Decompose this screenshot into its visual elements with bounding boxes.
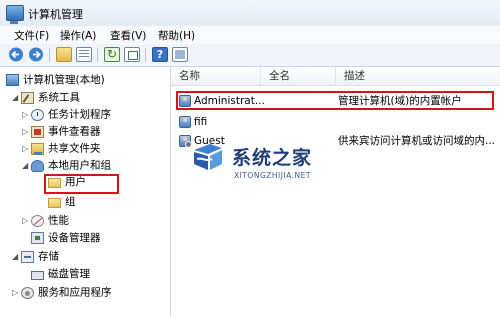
tree-item-task-scheduler[interactable]: ▷ 任务计划程序 <box>22 106 111 123</box>
list-row-fifi[interactable]: fifi <box>171 112 500 132</box>
computer-icon <box>6 74 19 86</box>
tree-item-performance[interactable]: ▷ 性能 <box>22 212 69 229</box>
toolbar-separator <box>145 48 146 62</box>
menu-action[interactable]: 操作(A) <box>60 28 96 43</box>
back-arrow-icon[interactable] <box>8 47 24 62</box>
tree-item-services-apps[interactable]: ▷ 服务和应用程序 <box>12 284 112 301</box>
tools-icon <box>21 91 34 104</box>
computer-management-icon <box>6 5 24 24</box>
toolbar: ? <box>0 44 500 67</box>
export-list-icon[interactable] <box>124 47 140 62</box>
collapse-arrow-icon[interactable]: ◢ <box>12 248 21 265</box>
forward-arrow-icon[interactable] <box>28 47 44 62</box>
tree-item-storage[interactable]: ◢ 存储 <box>12 248 59 265</box>
tree-label: 任务计划程序 <box>48 108 111 121</box>
event-viewer-icon <box>31 125 44 138</box>
window-title: 计算机管理 <box>28 8 83 21</box>
menu-file[interactable]: 文件(F) <box>14 28 49 43</box>
tree-item-system-tools[interactable]: ◢ 系统工具 <box>12 89 80 106</box>
list-header: 名称 全名 描述 <box>171 67 500 86</box>
collapse-arrow-icon[interactable]: ◢ <box>12 89 21 106</box>
toolbar-separator <box>97 48 98 62</box>
column-description[interactable]: 描述 <box>336 67 500 85</box>
tree-label: 系统工具 <box>38 91 80 104</box>
tree-item-shared-folders[interactable]: ▷ 共享文件夹 <box>22 140 101 157</box>
expand-arrow-icon[interactable]: ▷ <box>12 284 21 301</box>
folder-icon <box>48 197 61 208</box>
storage-icon <box>21 250 34 263</box>
expand-arrow-icon[interactable]: ▷ <box>22 140 31 157</box>
tree-label: 组 <box>65 196 76 208</box>
menu-help[interactable]: 帮助(H) <box>158 28 195 43</box>
expand-arrow-icon[interactable]: ▷ <box>22 106 31 123</box>
performance-icon <box>31 214 44 227</box>
up-folder-icon[interactable] <box>56 47 72 62</box>
properties-icon[interactable] <box>172 47 188 62</box>
refresh-icon[interactable] <box>104 47 120 62</box>
tree-label: 计算机管理(本地) <box>23 74 105 86</box>
user-icon <box>179 116 191 128</box>
expand-arrow-icon[interactable]: ▷ <box>22 123 31 140</box>
title-bar: 计算机管理 <box>0 0 500 27</box>
watermark-brand: 系统之家 <box>232 147 313 169</box>
disk-icon <box>31 270 44 280</box>
users-highlight-box <box>44 174 119 194</box>
tree-label: 性能 <box>48 214 69 227</box>
services-icon <box>21 286 34 299</box>
tree-item-disk-management[interactable]: 磁盘管理 <box>31 266 90 283</box>
tree-label: 服务和应用程序 <box>38 286 112 299</box>
show-tree-icon[interactable] <box>76 47 92 62</box>
menu-bar: 文件(F) 操作(A) 查看(V) 帮助(H) <box>0 26 500 45</box>
tree-item-device-manager[interactable]: 设备管理器 <box>31 230 101 247</box>
tree-item-computer-management[interactable]: 计算机管理(本地) <box>6 72 105 89</box>
tree-label: 本地用户和组 <box>48 159 111 172</box>
clock-icon <box>31 108 44 121</box>
user-name: fifi <box>194 116 208 128</box>
users-icon <box>31 159 44 172</box>
tree-item-groups[interactable]: 组 <box>48 194 76 211</box>
tree-label: 存储 <box>38 250 59 263</box>
tree-label: 设备管理器 <box>48 232 101 244</box>
device-manager-icon <box>31 232 44 244</box>
tree-item-local-users-groups[interactable]: ◢ 本地用户和组 <box>22 157 111 174</box>
watermark-logo-icon <box>194 144 222 170</box>
help-icon[interactable]: ? <box>152 47 168 62</box>
collapse-arrow-icon[interactable]: ◢ <box>22 157 31 174</box>
tree-item-event-viewer[interactable]: ▷ 事件查看器 <box>22 123 101 140</box>
tree-label: 事件查看器 <box>48 125 101 138</box>
column-name[interactable]: 名称 <box>171 67 261 85</box>
shared-folder-icon <box>31 142 44 155</box>
menu-view[interactable]: 查看(V) <box>110 28 146 43</box>
expand-arrow-icon[interactable]: ▷ <box>22 212 31 229</box>
administrator-highlight-box <box>176 91 494 110</box>
toolbar-separator <box>49 48 50 62</box>
tree-label: 共享文件夹 <box>48 142 101 155</box>
column-full-name[interactable]: 全名 <box>261 67 336 85</box>
watermark: 系统之家 XITONGZHIJIA.NET <box>190 135 380 195</box>
tree-label: 磁盘管理 <box>48 268 90 280</box>
watermark-url: XITONGZHIJIA.NET <box>234 171 311 180</box>
console-tree: 计算机管理(本地) ◢ 系统工具 ▷ 任务计划程序 ▷ 事件查看器 ▷ 共享文件夹 ◢ 本… <box>0 67 171 317</box>
